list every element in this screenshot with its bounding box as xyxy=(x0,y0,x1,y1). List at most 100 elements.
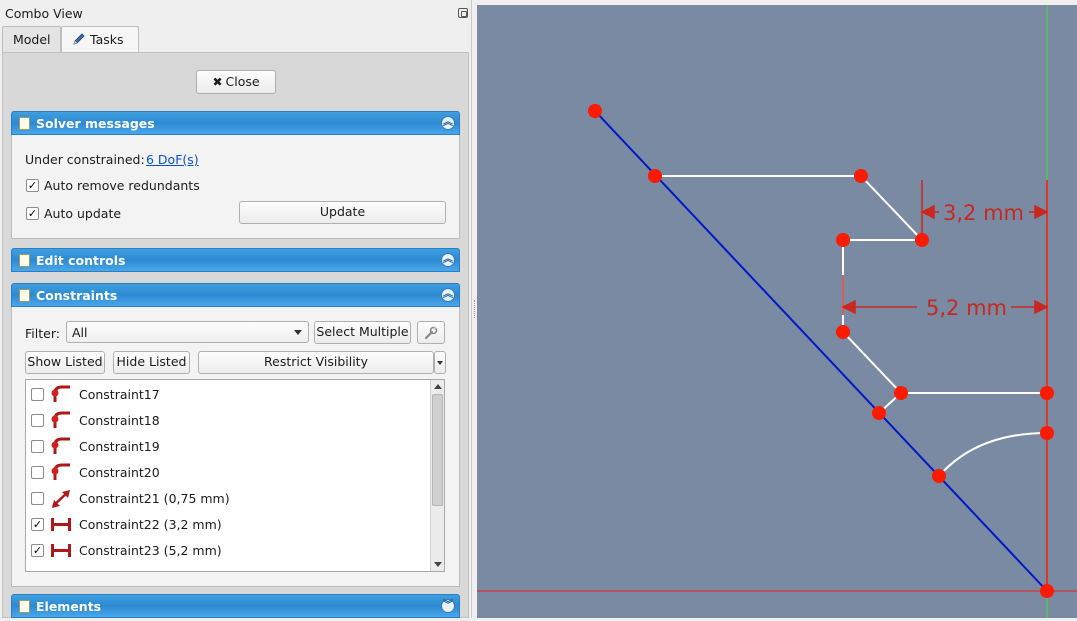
edit-controls-title: Edit controls xyxy=(36,253,126,268)
constraint-list-item[interactable]: Constraint23 (5,2 mm) xyxy=(26,537,430,563)
constraints-header[interactable]: Constraints ︽ xyxy=(11,283,460,307)
select-multiple-label: Select Multiple xyxy=(316,324,409,339)
sketch-canvas[interactable]: 3,2 mm 5,2 mm xyxy=(477,5,1077,618)
show-listed-button[interactable]: Show Listed xyxy=(25,351,105,374)
scroll-down-icon[interactable] xyxy=(434,562,442,567)
constraints-list[interactable]: Constraint17 Constraint18 Constraint19 Cons… xyxy=(25,379,445,572)
tangent-icon xyxy=(51,437,70,454)
document-icon xyxy=(19,117,30,130)
sketch-point[interactable] xyxy=(836,325,850,339)
collapse-icon[interactable]: ︽ xyxy=(441,116,455,130)
filter-label: Filter: xyxy=(25,326,60,341)
close-button-label: Close xyxy=(225,74,260,89)
constraint-visibility-checkbox[interactable] xyxy=(31,414,44,427)
sketch-point[interactable] xyxy=(872,406,886,420)
constraint-list-item[interactable]: Constraint19 xyxy=(26,433,430,459)
pencil-icon xyxy=(73,33,85,45)
constraint-visibility-checkbox[interactable] xyxy=(31,388,44,401)
dof-link[interactable]: 6 DoF(s) xyxy=(146,152,199,167)
tangent-icon xyxy=(51,411,70,428)
auto-remove-redundants-checkbox[interactable] xyxy=(26,179,39,192)
constraint-list-item[interactable]: Constraint18 xyxy=(26,407,430,433)
sketch-point[interactable] xyxy=(932,469,946,483)
constraint-visibility-checkbox[interactable] xyxy=(31,492,44,505)
combo-view-title-bar: Combo View xyxy=(0,0,472,24)
elements-title: Elements xyxy=(36,599,102,614)
tab-model[interactable]: Model xyxy=(2,26,61,52)
tangent-icon xyxy=(51,385,70,402)
hide-listed-button[interactable]: Hide Listed xyxy=(113,351,190,374)
dimension-5-2-label[interactable]: 5,2 mm xyxy=(926,296,1007,320)
constraints-title: Constraints xyxy=(36,288,118,303)
sketch-point[interactable] xyxy=(836,233,850,247)
constraint-list-item[interactable]: Constraint21 (0,75 mm) xyxy=(26,485,430,511)
dropdown-arrow-icon xyxy=(294,330,302,335)
constraint-label: Constraint17 xyxy=(79,387,160,402)
restrict-visibility-button[interactable]: Restrict Visibility xyxy=(198,351,434,374)
update-button[interactable]: Update xyxy=(239,201,446,224)
restrict-visibility-label: Restrict Visibility xyxy=(264,354,368,369)
collapse-icon[interactable]: ︽ xyxy=(441,253,455,267)
close-button[interactable]: ✖ Close xyxy=(196,70,276,94)
auto-update-label: Auto update xyxy=(44,206,122,221)
horizontal-distance-icon xyxy=(51,518,71,531)
sketch-point[interactable] xyxy=(1040,386,1054,400)
edit-controls-header[interactable]: Edit controls ︽ xyxy=(11,248,460,272)
under-constrained-label: Under constrained: xyxy=(25,152,145,167)
horizontal-distance-icon xyxy=(51,544,71,557)
sketch-point[interactable] xyxy=(1040,584,1054,598)
settings-button[interactable] xyxy=(417,321,445,344)
constraint-label: Constraint21 (0,75 mm) xyxy=(79,491,230,506)
restrict-visibility-menu-button[interactable] xyxy=(434,351,446,374)
sketch-point[interactable] xyxy=(588,104,602,118)
combo-view-title: Combo View xyxy=(5,6,83,21)
filter-value: All xyxy=(72,325,88,340)
document-icon xyxy=(19,254,30,267)
solver-messages-panel: Under constrained: 6 DoF(s) Auto remove … xyxy=(11,135,460,239)
combo-view-panel: Combo View Model Tasks ✖ Close Solver mes… xyxy=(0,0,472,618)
chevron-down-icon xyxy=(437,361,443,365)
constraint-visibility-checkbox[interactable] xyxy=(31,518,44,531)
undock-icon[interactable] xyxy=(458,8,468,18)
hide-listed-label: Hide Listed xyxy=(116,354,187,369)
solver-messages-title: Solver messages xyxy=(36,116,155,131)
sketch-point[interactable] xyxy=(854,169,868,183)
select-multiple-button[interactable]: Select Multiple xyxy=(314,321,411,344)
scroll-up-icon[interactable] xyxy=(434,384,442,389)
constraint-list-item[interactable]: Constraint20 xyxy=(26,459,430,485)
constraint-visibility-checkbox[interactable] xyxy=(31,466,44,479)
auto-update-checkbox[interactable] xyxy=(26,207,39,220)
solver-messages-header[interactable]: Solver messages ︽ xyxy=(11,111,460,135)
show-listed-label: Show Listed xyxy=(27,354,103,369)
list-scrollbar[interactable] xyxy=(430,380,444,571)
sketch-point[interactable] xyxy=(894,386,908,400)
constraint-list-item[interactable]: Constraint17 xyxy=(26,381,430,407)
auto-remove-redundants-label: Auto remove redundants xyxy=(44,178,200,193)
tab-tasks-label: Tasks xyxy=(90,32,124,47)
scroll-thumb[interactable] xyxy=(432,394,443,506)
constraint-visibility-checkbox[interactable] xyxy=(31,440,44,453)
elements-header[interactable]: Elements ︾ xyxy=(11,594,460,618)
constraint-label: Constraint23 (5,2 mm) xyxy=(79,543,222,558)
sketch-point[interactable] xyxy=(648,169,662,183)
tab-tasks[interactable]: Tasks xyxy=(61,26,139,53)
sketch-viewport[interactable]: 3,2 mm 5,2 mm xyxy=(477,5,1077,618)
collapse-icon[interactable]: ︽ xyxy=(441,288,455,302)
filter-dropdown[interactable]: All xyxy=(66,321,309,343)
document-icon xyxy=(19,600,30,613)
constraint-label: Constraint18 xyxy=(79,413,160,428)
constraint-label: Constraint19 xyxy=(79,439,160,454)
constraint-visibility-checkbox[interactable] xyxy=(31,544,44,557)
constraint-label: Constraint22 (3,2 mm) xyxy=(79,517,222,532)
tab-model-label: Model xyxy=(13,32,51,47)
constraint-list-item[interactable]: Constraint22 (3,2 mm) xyxy=(26,511,430,537)
tangent-icon xyxy=(51,463,70,480)
distance-icon xyxy=(52,490,70,508)
close-icon: ✖ xyxy=(212,75,223,89)
sketch-point[interactable] xyxy=(1040,426,1054,440)
sketch-point[interactable] xyxy=(915,233,929,247)
expand-icon[interactable]: ︾ xyxy=(441,599,455,613)
wrench-icon xyxy=(424,326,438,340)
dimension-3-2-label[interactable]: 3,2 mm xyxy=(943,201,1024,225)
constraint-label: Constraint20 xyxy=(79,465,160,480)
